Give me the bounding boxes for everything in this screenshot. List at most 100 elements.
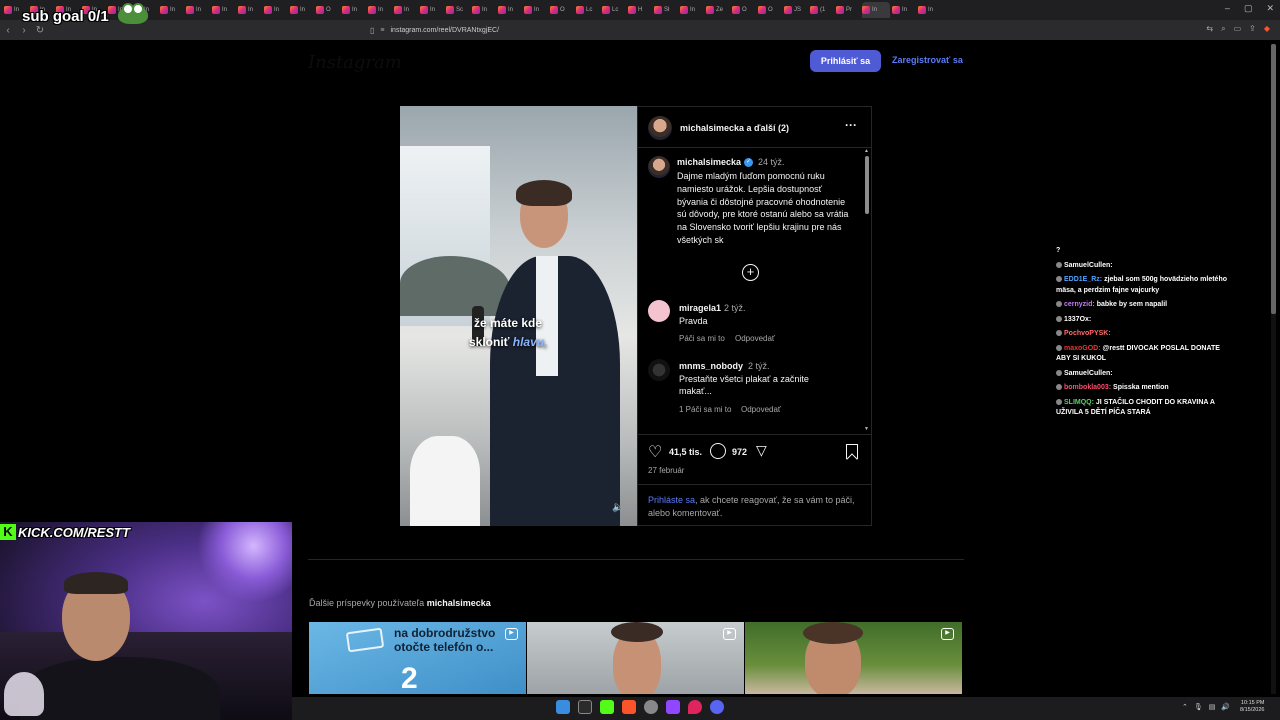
discord-icon[interactable] [710, 700, 724, 714]
login-button[interactable]: Prihlásiť sa [810, 50, 881, 72]
comments-scrollbar-thumb[interactable] [865, 156, 869, 214]
comment-reply-link[interactable]: Odpovedať [741, 405, 781, 414]
maps-pin-icon[interactable] [688, 700, 702, 714]
url-bar[interactable]: ▯ ≡ instagram.com/reel/DVRANtxgjEC/ [370, 23, 910, 37]
task-view-icon[interactable] [578, 700, 592, 714]
browser-tab[interactable]: In [892, 2, 916, 18]
comment-avatar[interactable] [648, 359, 670, 381]
forward-icon[interactable]: › [16, 25, 32, 36]
share-icon[interactable]: ▽ [756, 442, 767, 459]
comment-username[interactable]: mnms_nobody [679, 361, 743, 371]
browser-tab[interactable]: In [368, 2, 392, 18]
network-icon[interactable]: ▤ [1209, 703, 1216, 711]
browser-tab[interactable]: JS [784, 2, 808, 18]
more-posts-username[interactable]: michalsimecka [427, 598, 491, 608]
chat-username[interactable]: PochvoPYSK: [1064, 330, 1111, 337]
comment-username[interactable]: miragela1 [679, 303, 721, 313]
post-thumbnail[interactable]: na dobrodružstvo otočte telefón o... 2 ▶ [309, 622, 526, 694]
comment-like-count[interactable]: 1 Páči sa mi to [679, 405, 731, 414]
taskbar-clock[interactable]: 10:15 PM 8/15/2026 [1240, 700, 1264, 714]
post-thumbnail[interactable]: ▶ [527, 622, 744, 694]
browser-tab[interactable]: H [628, 2, 652, 18]
save-bookmark-icon[interactable] [846, 444, 858, 459]
obs-icon[interactable] [644, 700, 658, 714]
chat-username[interactable]: SLIMQQ: [1064, 399, 1094, 406]
browser-tab[interactable]: Sc [446, 2, 470, 18]
volume-icon[interactable]: 🔈 [612, 502, 624, 513]
browser-tab[interactable]: (1 [810, 2, 834, 18]
maximize-icon[interactable]: ▢ [1244, 3, 1253, 14]
browser-tab[interactable]: Ze [706, 2, 730, 18]
browser-tab[interactable]: In [524, 2, 548, 18]
more-options-icon[interactable]: ··· [845, 118, 857, 132]
page-scrollbar-thumb[interactable] [1271, 44, 1276, 314]
browser-tab[interactable]: In [498, 2, 522, 18]
post-thumbnail[interactable]: ▶ [745, 622, 962, 694]
zoom-icon[interactable]: ⌕ [1221, 24, 1225, 34]
like-heart-icon[interactable]: ♡ [648, 442, 662, 462]
url-text[interactable]: instagram.com/reel/DVRANtxgjEC/ [391, 27, 500, 34]
author-avatar[interactable] [648, 116, 672, 140]
register-link[interactable]: Zaregistrovať sa [892, 55, 963, 65]
chat-username[interactable]: 1337Ox: [1064, 316, 1091, 323]
speaker-icon[interactable]: 🔊 [1221, 703, 1230, 711]
browser-tab[interactable]: In [160, 2, 184, 18]
browser-tab[interactable]: In [212, 2, 236, 18]
browser-tab[interactable]: In [420, 2, 444, 18]
instagram-logo[interactable]: Instagram [308, 52, 402, 73]
chat-username[interactable]: EDD1E_Rz: [1064, 276, 1102, 283]
browser-tab[interactable]: In [186, 2, 210, 18]
login-prompt-link[interactable]: Prihláste sa [648, 495, 695, 505]
page-scrollbar[interactable] [1271, 44, 1276, 694]
browser-tab[interactable]: Lc [576, 2, 600, 18]
post-header[interactable]: michalsimecka a ďalší (2) [648, 116, 789, 140]
browser-tab[interactable]: In [472, 2, 496, 18]
comment-reply-link[interactable]: Odpovedať [735, 334, 775, 343]
load-more-comments-icon[interactable]: + [742, 264, 759, 281]
kick-app-icon[interactable] [600, 700, 614, 714]
chat-username[interactable]: maxoGOD: [1064, 345, 1101, 352]
browser-tab[interactable]: In [264, 2, 288, 18]
start-menu-icon[interactable] [556, 700, 570, 714]
comment-bubble-icon[interactable] [710, 443, 726, 459]
mic-icon[interactable]: 🎙 [1194, 703, 1203, 711]
comments-scroll-down-icon[interactable]: ▼ [864, 426, 869, 432]
browser-tab[interactable]: In [290, 2, 314, 18]
post-header-title[interactable]: michalsimecka a ďalší (2) [680, 123, 789, 133]
minimize-icon[interactable]: – [1225, 3, 1230, 14]
chat-username[interactable]: SamuelCullen: [1064, 262, 1113, 269]
browser-tab[interactable]: Lc [602, 2, 626, 18]
share-page-icon[interactable]: ⇪ [1249, 24, 1256, 34]
comment-like-count[interactable]: Páči sa mi to [679, 334, 725, 343]
comment-avatar[interactable] [648, 300, 670, 322]
browser-tab[interactable]: In [680, 2, 704, 18]
chat-username[interactable]: cernyzid: [1064, 301, 1095, 308]
chat-username[interactable]: bombokla003: [1064, 384, 1111, 391]
reload-icon[interactable]: ↻ [32, 25, 48, 36]
browser-tab[interactable]: Sł [654, 2, 678, 18]
browser-tab[interactable]: Pr [836, 2, 860, 18]
browser-tab[interactable]: In [342, 2, 366, 18]
brave-browser-icon[interactable] [622, 700, 636, 714]
translate-icon[interactable]: ⇆ [1206, 24, 1213, 34]
browser-tab[interactable]: In [918, 2, 942, 18]
back-icon[interactable]: ‹ [0, 25, 16, 36]
browser-tab[interactable]: O [550, 2, 574, 18]
browser-tab[interactable]: O [758, 2, 782, 18]
twitch-icon[interactable] [666, 700, 680, 714]
browser-tab[interactable]: In [862, 2, 890, 18]
caption-username[interactable]: michalsimecka [677, 157, 741, 167]
comments-scrollbar[interactable] [865, 150, 869, 432]
browser-tab[interactable]: O [316, 2, 340, 18]
caption-avatar[interactable] [648, 156, 670, 178]
tray-overflow-icon[interactable]: ⌃ [1182, 703, 1188, 711]
browser-tab[interactable]: In [238, 2, 262, 18]
chat-username[interactable]: SamuelCullen: [1064, 370, 1113, 377]
site-info-icon[interactable]: ≡ [380, 27, 384, 34]
close-window-icon[interactable]: ✕ [1266, 3, 1274, 14]
browser-tab[interactable]: In [394, 2, 418, 18]
browser-tab[interactable]: O [732, 2, 756, 18]
cast-icon[interactable]: ▭ [1234, 24, 1242, 34]
brave-shield-icon[interactable]: ◆ [1264, 24, 1270, 34]
bookmark-page-icon[interactable]: ▯ [370, 26, 374, 35]
